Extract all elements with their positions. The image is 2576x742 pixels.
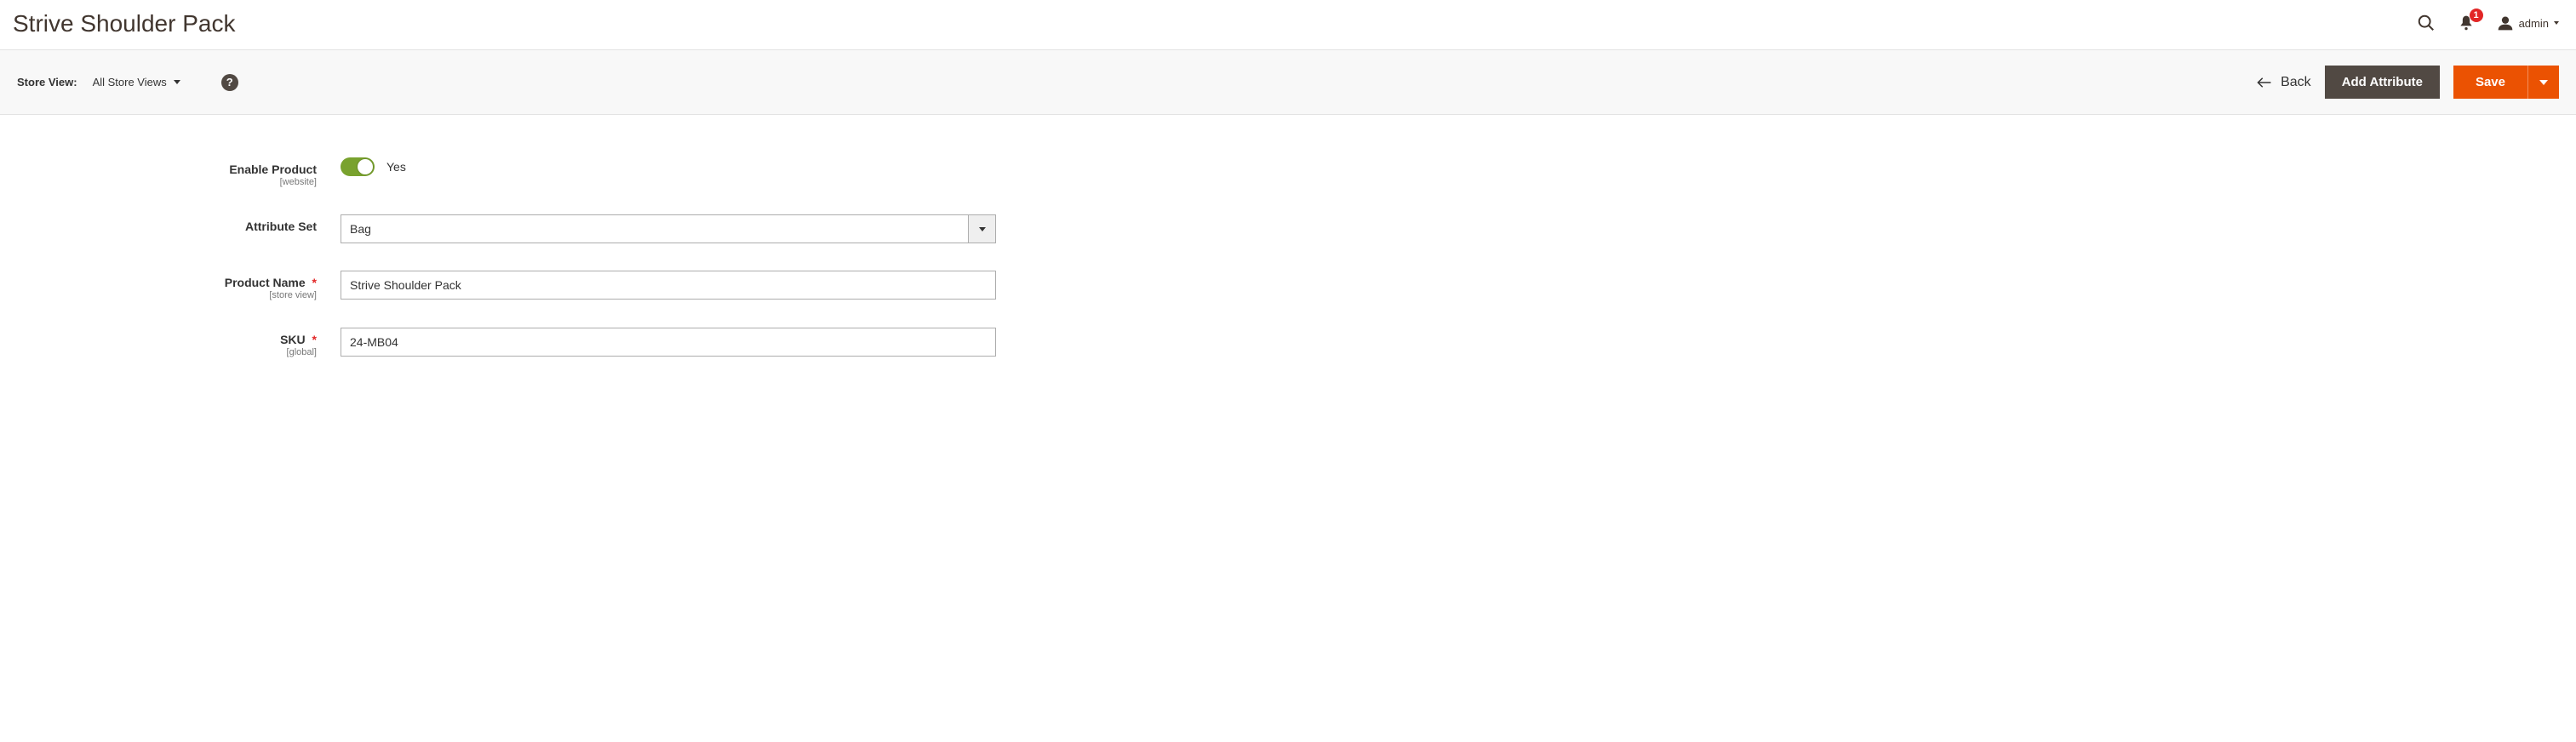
input-col: Bag: [341, 214, 996, 243]
label-col: Attribute Set: [17, 214, 341, 233]
input-col: [341, 328, 996, 357]
add-attribute-button[interactable]: Add Attribute: [2325, 66, 2440, 99]
back-button[interactable]: Back: [2257, 75, 2311, 90]
chevron-down-icon: [2554, 21, 2559, 25]
label-col: Enable Product [website]: [17, 157, 341, 187]
notifications-icon[interactable]: 1: [2458, 14, 2475, 32]
toggle-value-label: Yes: [386, 160, 406, 174]
required-mark: *: [312, 333, 317, 346]
search-icon[interactable]: [2417, 14, 2436, 32]
sku-label: SKU: [280, 333, 306, 346]
select-caret: [968, 215, 995, 243]
save-button-group: Save: [2453, 66, 2559, 99]
input-col: [341, 271, 996, 300]
save-dropdown-button[interactable]: [2527, 66, 2559, 99]
chevron-down-icon: [2539, 80, 2548, 85]
chevron-down-icon: [174, 80, 180, 84]
label-col: SKU * [global]: [17, 328, 341, 357]
help-icon[interactable]: ?: [221, 74, 238, 91]
store-view-select[interactable]: All Store Views: [93, 76, 180, 88]
arrow-left-icon: [2257, 77, 2272, 88]
toolbar-left: Store View: All Store Views ?: [17, 74, 238, 91]
product-form: Enable Product [website] Yes Attribute S…: [0, 115, 2576, 402]
user-icon: [2497, 14, 2514, 31]
scope-hint: [store view]: [17, 290, 317, 300]
enable-product-toggle[interactable]: [341, 157, 375, 176]
chevron-down-icon: [979, 227, 986, 231]
username: admin: [2519, 17, 2549, 30]
toolbar: Store View: All Store Views ? Back Add A…: [0, 49, 2576, 115]
product-name-label: Product Name: [225, 276, 306, 289]
toolbar-right: Back Add Attribute Save: [2257, 66, 2559, 99]
enable-product-label: Enable Product: [229, 163, 317, 176]
user-menu[interactable]: admin: [2497, 14, 2559, 31]
sku-input[interactable]: [341, 328, 996, 357]
attribute-set-value: Bag: [341, 215, 968, 243]
back-label: Back: [2281, 75, 2311, 90]
scope-hint: [global]: [17, 347, 317, 357]
notifications-badge: 1: [2470, 9, 2483, 22]
attribute-set-label: Attribute Set: [245, 220, 317, 233]
field-enable-product: Enable Product [website] Yes: [17, 157, 2559, 187]
toggle-knob: [358, 159, 373, 174]
attribute-set-select[interactable]: Bag: [341, 214, 996, 243]
product-name-input[interactable]: [341, 271, 996, 300]
field-attribute-set: Attribute Set Bag: [17, 214, 2559, 243]
store-view-value: All Store Views: [93, 76, 167, 88]
field-sku: SKU * [global]: [17, 328, 2559, 357]
header-actions: 1 admin: [2417, 10, 2559, 32]
page-header: Strive Shoulder Pack 1 admin: [0, 0, 2576, 49]
field-product-name: Product Name * [store view]: [17, 271, 2559, 300]
input-col: Yes: [341, 157, 406, 176]
save-button[interactable]: Save: [2453, 66, 2527, 99]
page-title: Strive Shoulder Pack: [13, 10, 235, 37]
scope-hint: [website]: [17, 177, 317, 187]
store-view-label: Store View:: [17, 76, 77, 88]
required-mark: *: [312, 276, 317, 289]
label-col: Product Name * [store view]: [17, 271, 341, 300]
